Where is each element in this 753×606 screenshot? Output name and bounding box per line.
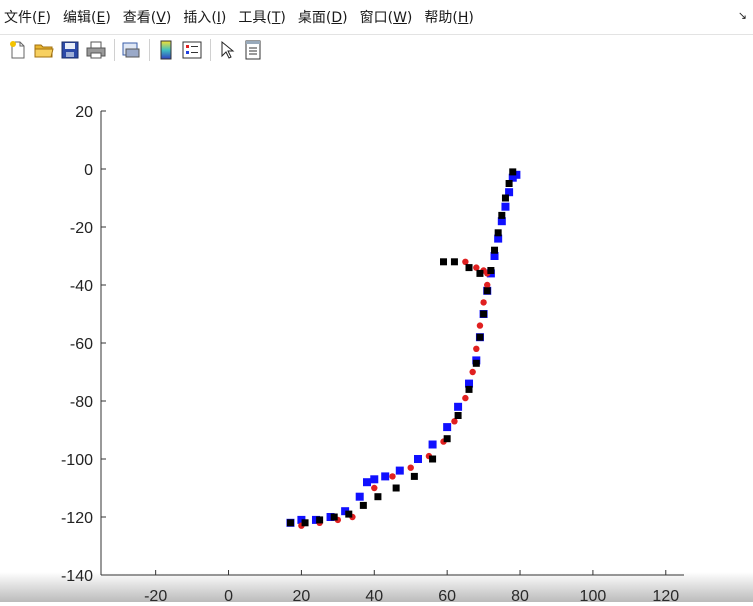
series-1-point [480,299,487,306]
figure-canvas: 20 0 -20 -40 -60 -80 -100 -120 -140 -20 0 20 40 60 80 1… [0,64,753,605]
x-tick-label: 120 [652,588,679,602]
x-tick-label: 0 [224,588,233,602]
series-2-point [494,229,502,237]
x-tick-label: 40 [365,588,383,602]
series-2-point [487,267,495,274]
series-2-point [440,258,448,266]
series-2-point [345,510,353,518]
series-0-point [414,455,423,463]
series-2-point [286,519,294,527]
toolbar-separator [149,38,150,61]
toolbar-separator [210,38,211,61]
menu-items: 文件(F) 编辑(E) 查看(V) 插入(I) 工具(T) 桌面(D) 窗口(W) 帮助(H) [4,7,486,27]
series-2-point [374,493,382,501]
series-2-point [483,287,491,295]
series-1-point [473,345,480,352]
series-2-point [443,435,451,443]
series-1-point [451,418,458,425]
menu-item-2[interactable]: 查看(V) [123,7,172,27]
series-2-point [491,246,499,254]
menu-item-0[interactable]: 文件(F) [4,7,51,27]
series-2-point [392,484,400,492]
x-tick-label: 60 [438,588,456,602]
series-2-point [465,385,473,393]
series-1-point [371,484,378,492]
series-1-point [484,281,491,289]
series-1-point [476,322,484,329]
property-inspector-icon[interactable] [241,38,265,62]
series-1-point [407,464,414,471]
series-2-point [359,501,367,509]
series-2-point [450,258,458,266]
series-0-point [501,202,510,211]
series-2-point [472,359,480,367]
plot-axes[interactable]: 20 0 -20 -40 -60 -80 -100 -120 -140 -20 0 20 40 60 80 1… [0,64,753,605]
y-tick-label: -100 [61,452,93,469]
y-tick-label: -40 [70,278,93,295]
toolbar-separator [114,38,115,61]
series-2-point [454,412,462,419]
open-folder-icon[interactable] [32,38,56,62]
legend-icon[interactable] [180,38,204,62]
y-tick-label: 0 [84,162,93,179]
menu-bar: 文件(F) 编辑(E) 查看(V) 插入(I) 工具(T) 桌面(D) 窗口(W) 帮助(H)… [0,0,753,34]
series-2-point [465,264,473,272]
series-1-point [462,258,469,265]
series-2-point [316,516,324,524]
series-2-point [301,519,309,527]
x-tick-label: -20 [144,588,167,602]
print-icon[interactable] [84,38,108,62]
series-0-point [428,440,437,449]
series-1-point [469,368,476,376]
series-0-point [355,492,364,501]
menu-item-7[interactable]: 帮助(H) [424,7,473,27]
menu-item-1[interactable]: 编辑(E) [63,7,111,27]
x-tick-label: 20 [293,588,311,602]
figure-toolbar [0,34,753,64]
menu-item-6[interactable]: 窗口(W) [360,7,413,27]
y-tick-label: -60 [70,336,93,353]
series-2-point [509,168,517,176]
series-2-point [480,310,488,318]
new-file-icon[interactable] [6,38,30,62]
save-icon[interactable] [58,38,82,62]
series-2-point [429,455,437,463]
x-tick-label: 100 [580,588,607,602]
series-1-point [473,264,480,271]
x-tick-label: 80 [511,588,529,602]
series-0-point [443,423,452,432]
y-tick-label: -80 [70,394,93,411]
series-2-point [498,211,506,219]
menu-item-4[interactable]: 工具(T) [238,7,286,27]
series-2-point [505,180,513,187]
series-2-point [330,513,338,521]
series-2-point [410,472,418,480]
series-2-point [501,194,509,202]
series-0-point [381,472,390,481]
dock-arrow-icon[interactable]: ↘ [738,9,747,22]
series-0-point [370,475,379,484]
series-2-point [476,333,484,341]
menu-item-3[interactable]: 插入(I) [183,7,226,27]
series-1-point [389,473,396,480]
menu-item-5[interactable]: 桌面(D) [298,7,348,27]
print-preview-icon[interactable] [119,38,143,62]
y-tick-label: -140 [61,568,93,585]
pointer-icon[interactable] [215,38,239,62]
y-tick-label: 20 [75,104,93,121]
y-tick-label: -20 [70,220,93,237]
series-0-point [362,478,371,487]
series-1-point [462,394,469,402]
colorbar-icon[interactable] [154,38,178,62]
series-0-point [454,402,463,411]
series-2-point [476,269,484,277]
y-tick-label: -120 [61,510,93,527]
series-0-point [395,466,404,475]
